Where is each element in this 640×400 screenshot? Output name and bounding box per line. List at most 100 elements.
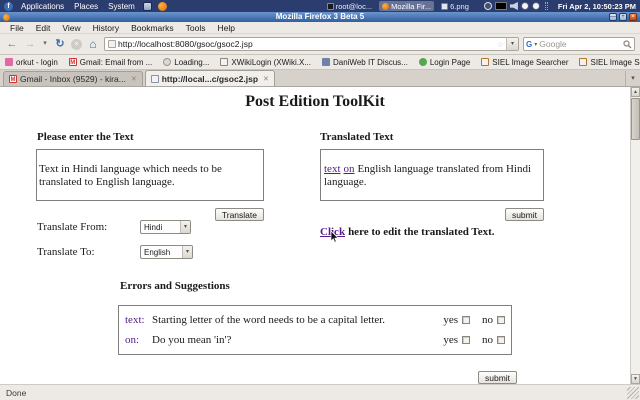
window-titlebar[interactable]: Mozilla Firefox 3 Beta 5 — + ×: [0, 12, 640, 22]
bookmark-gmail[interactable]: M Gmail: Email from ...: [68, 58, 152, 67]
yes-checkbox[interactable]: [462, 336, 470, 344]
tab-close-icon[interactable]: ✕: [131, 75, 137, 83]
reload-button[interactable]: ↻: [53, 37, 67, 51]
history-dropdown-icon[interactable]: ▾: [41, 37, 49, 51]
list-all-tabs-icon[interactable]: ▾: [625, 71, 640, 86]
back-button[interactable]: ←: [5, 37, 19, 51]
gmail-icon: M: [9, 75, 17, 83]
yes-label: yes: [443, 314, 458, 326]
tracker-icon[interactable]: [483, 2, 492, 10]
yes-label: yes: [443, 334, 458, 346]
no-label: no: [482, 334, 493, 346]
eye-icon[interactable]: [520, 2, 529, 10]
firefox-launcher-icon[interactable]: [157, 1, 167, 11]
bookmark-star-icon[interactable]: ☆: [497, 40, 504, 49]
no-checkbox[interactable]: [497, 336, 505, 344]
bookmark-siel-1[interactable]: SIEL Image Searcher: [481, 58, 568, 67]
translate-from-select[interactable]: Hindi ▾: [140, 220, 191, 234]
no-label: no: [482, 314, 493, 326]
page-title: Post Edition ToolKit: [245, 93, 385, 110]
fedora-logo-icon[interactable]: f: [4, 1, 13, 11]
location-bar[interactable]: ☆ ▾: [104, 37, 519, 51]
menu-view[interactable]: View: [56, 23, 86, 33]
bookmarks-toolbar: orkut - login M Gmail: Email from ... Lo…: [0, 55, 640, 70]
bookmark-orkut[interactable]: orkut - login: [5, 58, 58, 67]
screenshot-launcher-icon[interactable]: [142, 1, 152, 11]
menu-edit[interactable]: Edit: [30, 23, 57, 33]
errors-submit-button[interactable]: submit: [478, 371, 518, 384]
scroll-up-icon[interactable]: ▲: [631, 87, 640, 97]
volume-muted-icon[interactable]: [509, 2, 518, 10]
menu-bookmarks[interactable]: Bookmarks: [125, 23, 180, 33]
edit-line-text: here to edit the translated Text.: [348, 226, 495, 238]
panel-clock[interactable]: Fri Apr 2, 10:50:23 PM: [558, 2, 636, 11]
bookmark-login-page[interactable]: Login Page: [418, 57, 471, 67]
stop-button[interactable]: ×: [71, 38, 82, 50]
no-checkbox[interactable]: [497, 316, 505, 324]
translated-word-link-text[interactable]: text: [324, 163, 341, 175]
forward-button[interactable]: →: [23, 37, 37, 51]
home-button[interactable]: ⌂: [86, 37, 100, 51]
eye-icon[interactable]: [531, 2, 540, 10]
browser-menubar: File Edit View History Bookmarks Tools H…: [0, 22, 640, 34]
translated-text-box[interactable]: text on English language translated from H…: [320, 149, 544, 201]
yes-checkbox[interactable]: [462, 316, 470, 324]
scroll-down-icon[interactable]: ▼: [631, 374, 640, 384]
urlbar-dropdown-icon[interactable]: ▾: [506, 38, 518, 50]
translate-to-select[interactable]: English ▾: [140, 245, 193, 259]
taskbar-item-terminal[interactable]: root@loc...: [324, 1, 375, 11]
magnifier-icon[interactable]: [623, 39, 632, 49]
window-title: Mozilla Firefox 3 Beta 5: [275, 12, 365, 21]
error-description: Starting letter of the word needs to be …: [152, 314, 386, 326]
panel-separator: [544, 2, 548, 10]
vertical-scrollbar[interactable]: ▲ ▼: [630, 87, 640, 384]
bookmark-label: SIEL Image Searcher: [492, 57, 569, 67]
translated-word-link-on[interactable]: on: [344, 163, 355, 175]
translate-button[interactable]: Translate: [214, 208, 264, 221]
error-description: Do you mean 'in'?: [152, 334, 232, 346]
scrollbar-thumb[interactable]: [631, 98, 640, 140]
menu-history[interactable]: History: [87, 23, 125, 33]
siel-image-icon: [579, 58, 588, 66]
system-menu[interactable]: System: [106, 2, 137, 11]
translated-submit-button[interactable]: submit: [504, 208, 544, 221]
taskbar-item-image[interactable]: 6.png: [438, 1, 472, 11]
error-term: text:: [125, 314, 145, 326]
menu-help[interactable]: Help: [211, 23, 240, 33]
resize-grip[interactable]: [627, 386, 639, 399]
tab-gmail[interactable]: M Gmail - Inbox (9529) - kira... ✕: [3, 71, 143, 86]
applications-menu[interactable]: Applications: [19, 2, 66, 11]
engine-dropdown-icon[interactable]: ▾: [534, 41, 537, 48]
source-textarea[interactable]: Text in Hindi language which needs to be…: [36, 149, 264, 201]
bookmark-daniweb[interactable]: DaniWeb IT Discus...: [321, 58, 408, 67]
bookmark-siel-2[interactable]: SIEL Image Searcher: [579, 58, 640, 67]
source-text-heading: Please enter the Text: [37, 131, 134, 143]
terminal-icon: [326, 2, 334, 10]
bookmark-xwiki[interactable]: XWikiLogin (XWiki.X...: [220, 58, 311, 67]
error-term: on:: [125, 334, 140, 346]
tab-close-icon[interactable]: ✕: [263, 75, 269, 83]
translated-text-heading: Translated Text: [320, 131, 394, 143]
bookmark-loading[interactable]: Loading...: [163, 58, 209, 67]
desktop-panel: f Applications Places System root@loc...…: [0, 0, 640, 12]
bookmark-label: orkut - login: [16, 57, 58, 67]
google-engine-icon[interactable]: G: [526, 40, 532, 49]
edit-translated-line: Click here to edit the translated Text.: [320, 226, 495, 238]
mouse-cursor: [330, 231, 339, 243]
selected-from-language: Hindi: [144, 222, 163, 232]
places-menu[interactable]: Places: [72, 2, 100, 11]
navigation-toolbar: ← → ▾ ↻ × ⌂ ☆ ▾ G ▾: [0, 34, 640, 55]
bookmark-label: Login Page: [429, 57, 471, 67]
url-input[interactable]: [116, 38, 497, 50]
menu-tools[interactable]: Tools: [180, 23, 212, 33]
tab-bar: M Gmail - Inbox (9529) - kira... ✕ http:…: [0, 70, 640, 87]
xwiki-icon: [220, 58, 229, 66]
menu-file[interactable]: File: [4, 23, 30, 33]
taskbar-item-firefox[interactable]: Mozilla Fir...: [379, 1, 435, 11]
login-page-icon: [418, 58, 427, 66]
search-input[interactable]: [539, 38, 623, 50]
search-bar[interactable]: G ▾: [523, 37, 635, 51]
tab-gsoc2[interactable]: http://local...c/gsoc2.jsp ✕: [144, 70, 275, 86]
minimized-window-icon[interactable]: [494, 2, 507, 10]
siel-image-icon: [481, 58, 490, 66]
